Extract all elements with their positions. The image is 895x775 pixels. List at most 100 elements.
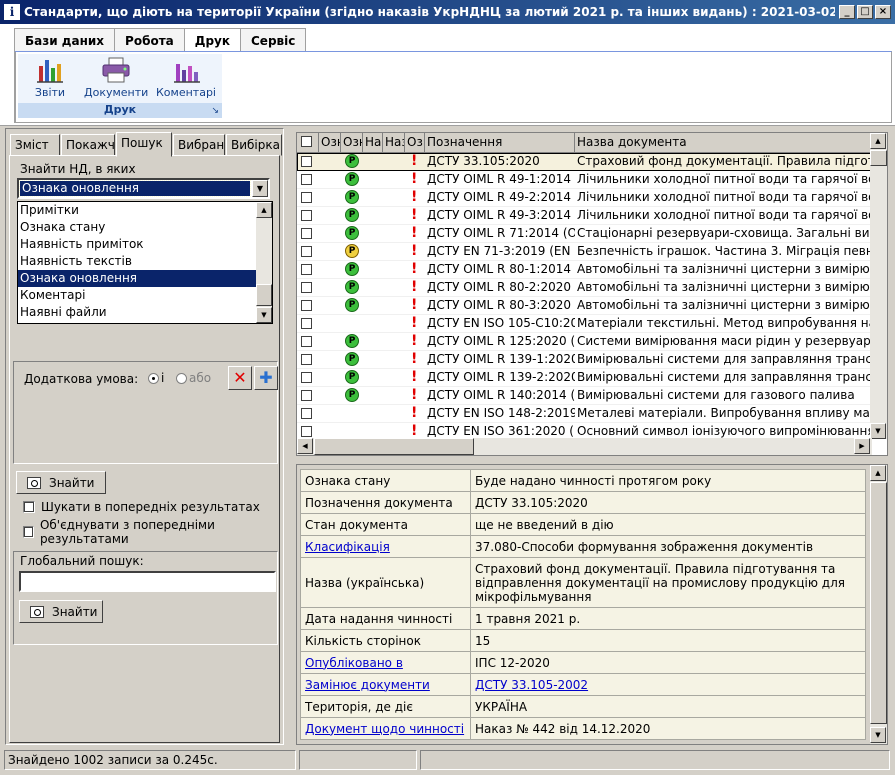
table-row[interactable]: P! ДСТУ OIML R 139-1:2020 (Вимірювальні с…	[297, 351, 871, 369]
scroll-up-icon[interactable]: ▲	[870, 133, 886, 149]
row-checkbox[interactable]	[301, 174, 312, 185]
table-row[interactable]: P! ДСТУ OIML R 80-2:2020 (C Автомобільні т…	[297, 279, 871, 297]
radio-or[interactable]: або	[176, 371, 211, 385]
add-condition-button[interactable]: ✚	[254, 366, 278, 390]
detail-value[interactable]: ДСТУ 33.105-2002	[475, 678, 588, 692]
row-checkbox[interactable]	[301, 282, 312, 293]
checkbox-box[interactable]	[23, 526, 34, 538]
dialog-launcher-icon[interactable]: ↘	[211, 106, 219, 116]
row-checkbox[interactable]	[301, 210, 312, 221]
detail-key[interactable]: Класифікація	[305, 540, 390, 554]
documents-button[interactable]: Документи	[84, 56, 148, 99]
ribbon-tab-service[interactable]: Сервіс	[240, 28, 307, 52]
table-row[interactable]: P! ДСТУ 33.105:2020 Страховий фонд докумен…	[297, 153, 871, 171]
scroll-up-icon[interactable]: ▲	[870, 465, 886, 481]
grid-vertical-scrollbar[interactable]: ▲ ▼	[870, 133, 887, 439]
delete-condition-button[interactable]: ✕	[228, 366, 252, 390]
scroll-thumb[interactable]	[256, 284, 272, 306]
row-checkbox[interactable]	[301, 372, 312, 383]
scroll-down-icon[interactable]: ▼	[256, 307, 272, 323]
grid-horizontal-scrollbar[interactable]: ◀ ▶	[297, 438, 872, 455]
scroll-left-icon[interactable]: ◀	[297, 438, 313, 454]
table-row[interactable]: P! ДСТУ OIML R 71:2014 (OIM Стаціонарні ре…	[297, 225, 871, 243]
find-button[interactable]: Знайти	[16, 471, 106, 494]
col-header[interactable]: Наз	[363, 133, 383, 153]
scroll-thumb[interactable]	[870, 150, 887, 166]
details-scrollbar[interactable]: ▲ ▼	[870, 465, 887, 744]
results-grid[interactable]: Озн Озн Наз Наз Озн Позначення Назва док…	[296, 132, 888, 456]
row-checkbox[interactable]	[301, 426, 312, 437]
table-row[interactable]: P! ДСТУ OIML R 80-3:2020 (C Автомобільні т…	[297, 297, 871, 315]
table-row[interactable]: P! ДСТУ OIML R 139-2:2020 (Вимірювальні с…	[297, 369, 871, 387]
scroll-thumb[interactable]	[870, 482, 887, 724]
detail-key[interactable]: Опубліковано в	[305, 656, 403, 670]
col-header[interactable]: Озн	[341, 133, 363, 153]
col-header-title[interactable]: Назва документа	[575, 133, 887, 153]
table-row[interactable]: P! ДСТУ OIML R 49-2:2014 (C Лічильники хол…	[297, 189, 871, 207]
col-header-code[interactable]: Позначення	[425, 133, 575, 153]
maximize-button[interactable]: □	[857, 5, 873, 19]
table-row[interactable]: P! ДСТУ EN 71-3:2019 (EN 7 Безпечність ігр…	[297, 243, 871, 261]
table-row[interactable]: P! ДСТУ OIML R 80-1:2014 (C Автомобільні т…	[297, 261, 871, 279]
detail-key[interactable]: Документ щодо чинності	[305, 722, 464, 736]
scroll-down-icon[interactable]: ▼	[870, 423, 886, 439]
table-row[interactable]: ! ДСТУ EN ISO 105-C10:202 Матеріали тексти…	[297, 315, 871, 333]
dropdown-option[interactable]: Наявність приміток	[18, 236, 272, 253]
dropdown-option[interactable]: Ознака стану	[18, 219, 272, 236]
tab-index[interactable]: Покажчи	[61, 134, 115, 156]
chevron-down-icon[interactable]: ▼	[252, 180, 268, 197]
col-header[interactable]: Озн	[319, 133, 341, 153]
row-checkbox[interactable]	[301, 246, 312, 257]
ribbon-tab-work[interactable]: Робота	[114, 28, 185, 52]
scroll-right-icon[interactable]: ▶	[854, 438, 870, 454]
row-checkbox[interactable]	[301, 264, 312, 275]
row-checkbox[interactable]	[301, 336, 312, 347]
row-checkbox[interactable]	[301, 192, 312, 203]
scroll-thumb[interactable]	[314, 438, 474, 455]
scroll-down-icon[interactable]: ▼	[870, 727, 886, 743]
close-button[interactable]: ×	[875, 5, 891, 19]
row-checkbox[interactable]	[301, 354, 312, 365]
select-all-checkbox[interactable]	[301, 136, 312, 147]
table-row[interactable]: P! ДСТУ OIML R 49-3:2014 (C Лічильники хол…	[297, 207, 871, 225]
dropdown-option[interactable]: Наявність текстів	[18, 253, 272, 270]
field-combo[interactable]: Ознака оновлення ▼	[17, 178, 270, 199]
minimize-button[interactable]: _	[839, 5, 855, 19]
row-checkbox[interactable]	[301, 390, 312, 401]
merge-prev-checkbox[interactable]: Об'єднувати з попередніми результатами	[23, 518, 279, 546]
row-checkbox[interactable]	[301, 300, 312, 311]
tab-selection[interactable]: Вибірка	[226, 134, 282, 156]
table-row[interactable]: ! ДСТУ EN ISO 148-2:2019 (Металеві матері…	[297, 405, 871, 423]
comments-button[interactable]: Коментарі	[154, 56, 218, 99]
table-row[interactable]: P! ДСТУ OIML R 49-1:2014 (C Лічильники хол…	[297, 171, 871, 189]
dropdown-option[interactable]: Наявні файли	[18, 304, 272, 321]
scroll-up-icon[interactable]: ▲	[256, 202, 272, 218]
col-header[interactable]: Озн	[405, 133, 425, 153]
dropdown-option[interactable]: Примітки	[18, 202, 272, 219]
dropdown-option[interactable]: Коментарі	[18, 287, 272, 304]
checkbox-box[interactable]	[23, 501, 35, 513]
tab-contents[interactable]: Зміст	[10, 134, 60, 156]
ribbon-tab-databases[interactable]: Бази даних	[14, 28, 116, 52]
row-checkbox[interactable]	[301, 228, 312, 239]
row-checkbox[interactable]	[301, 318, 312, 329]
search-prev-checkbox[interactable]: Шукати в попередніх результатах	[23, 500, 260, 514]
col-header[interactable]: Наз	[383, 133, 405, 153]
tab-search[interactable]: Пошук	[116, 132, 172, 157]
header-select-all[interactable]	[297, 133, 319, 153]
global-search-input[interactable]	[19, 571, 276, 592]
global-find-button[interactable]: Знайти	[19, 600, 103, 623]
table-row[interactable]: P! ДСТУ OIML R 125:2020 (OI Системи вимірю…	[297, 333, 871, 351]
table-cell	[383, 261, 405, 279]
field-dropdown-list[interactable]: Примітки Ознака стану Наявність приміток На…	[17, 201, 273, 324]
row-checkbox[interactable]	[301, 156, 312, 167]
radio-and[interactable]: і	[148, 371, 164, 385]
table-row[interactable]: P! ДСТУ OIML R 140:2014 (OI Вимірювальні с…	[297, 387, 871, 405]
dropdown-scrollbar[interactable]: ▲ ▼	[256, 202, 272, 323]
reports-button[interactable]: Звіти	[22, 56, 78, 99]
dropdown-option[interactable]: Ознака оновлення	[18, 270, 272, 287]
tab-favorites[interactable]: Вибране	[173, 134, 225, 156]
detail-key[interactable]: Замінює документи	[305, 678, 430, 692]
row-checkbox[interactable]	[301, 408, 312, 419]
ribbon-panel: Звіти Документи Коментарі Друк ↘	[14, 51, 892, 123]
